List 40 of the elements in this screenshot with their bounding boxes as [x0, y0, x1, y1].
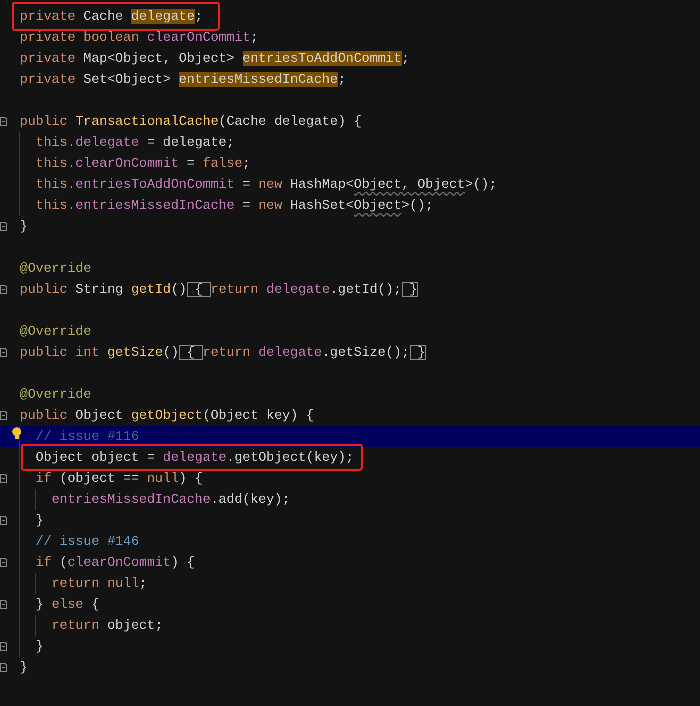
fold-icon[interactable] [0, 411, 7, 420]
code-line: private Map<Object, Object> entriesToAddOnCommit; [20, 51, 410, 66]
code-line: this.entriesToAddOnCommit = new HashMap<Object, Object>(); [36, 177, 498, 192]
code-line: } [20, 219, 28, 234]
code-line: Object object = delegate.getObject(key); [36, 450, 354, 465]
code-line: if (clearOnCommit) { [36, 555, 195, 570]
code-line: } [36, 513, 44, 528]
code-line: return object; [52, 618, 164, 633]
code-line: // issue #146 [36, 534, 140, 549]
fold-icon[interactable] [0, 663, 7, 672]
code-line: public TransactionalCache(Cache delegate) { [20, 114, 362, 129]
code-line: } [20, 660, 28, 675]
code-line: @Override [20, 261, 92, 276]
code-line: if (object == null) { [36, 471, 203, 486]
code-line: return null; [52, 576, 148, 591]
code-line: public int getSize() { return delegate.getSize(); } [20, 345, 426, 360]
lightbulb-icon[interactable] [12, 427, 22, 441]
code-line: private boolean clearOnCommit; [20, 30, 259, 45]
code-line: private Cache delegate; [20, 9, 203, 24]
code-line: this.delegate = delegate; [36, 135, 235, 150]
fold-icon[interactable] [0, 558, 7, 567]
fold-icon[interactable] [0, 642, 7, 651]
fold-icon[interactable] [0, 285, 7, 294]
fold-icon[interactable] [0, 600, 7, 609]
code-line: public Object getObject(Object key) { [20, 408, 314, 423]
fold-icon[interactable] [0, 117, 7, 126]
code-line: } else { [36, 597, 100, 612]
code-line: public String getId() { return delegate.getId(); } [20, 282, 418, 297]
fold-icon[interactable] [0, 222, 7, 231]
fold-icon[interactable] [0, 474, 7, 483]
code-line: } [36, 639, 44, 654]
code-line: private Set<Object> entriesMissedInCache; [20, 72, 346, 87]
fold-icon[interactable] [0, 348, 7, 357]
code-line: @Override [20, 387, 92, 402]
code-line: // issue #116 [36, 429, 140, 444]
code-line: this.entriesMissedInCache = new HashSet<Object>(); [36, 198, 434, 213]
code-line: @Override [20, 324, 92, 339]
fold-icon[interactable] [0, 516, 7, 525]
code-line: entriesMissedInCache.add(key); [52, 492, 290, 507]
code-line: this.clearOnCommit = false; [36, 156, 251, 171]
